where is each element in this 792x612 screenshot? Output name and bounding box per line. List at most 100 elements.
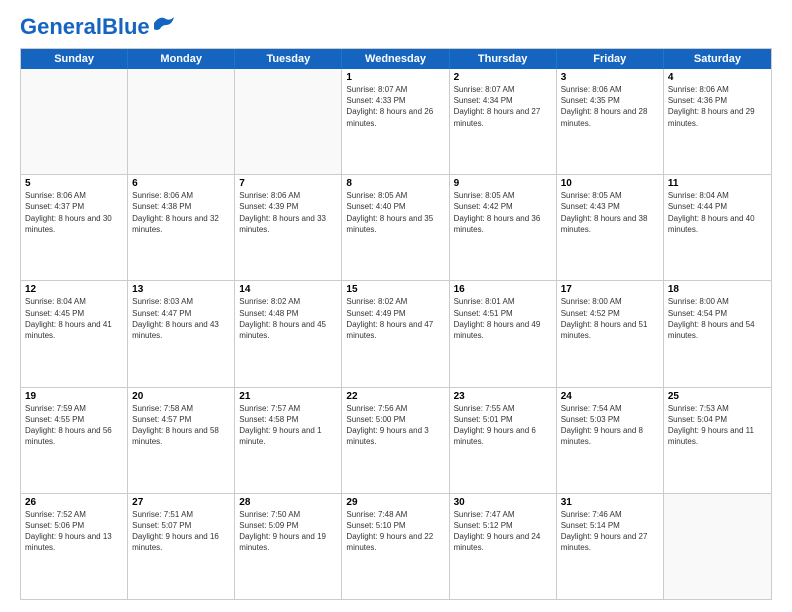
day-info: Sunrise: 8:04 AM Sunset: 4:44 PM Dayligh… xyxy=(668,190,767,235)
day-number: 25 xyxy=(668,391,767,402)
day-number: 26 xyxy=(25,497,123,508)
day-cell-29: 29Sunrise: 7:48 AM Sunset: 5:10 PM Dayli… xyxy=(342,494,449,599)
day-info: Sunrise: 8:02 AM Sunset: 4:48 PM Dayligh… xyxy=(239,296,337,341)
day-number: 10 xyxy=(561,178,659,189)
day-info: Sunrise: 7:52 AM Sunset: 5:06 PM Dayligh… xyxy=(25,509,123,554)
day-number: 31 xyxy=(561,497,659,508)
header-day-wednesday: Wednesday xyxy=(342,49,449,69)
day-cell-31: 31Sunrise: 7:46 AM Sunset: 5:14 PM Dayli… xyxy=(557,494,664,599)
empty-cell xyxy=(664,494,771,599)
day-number: 19 xyxy=(25,391,123,402)
day-cell-15: 15Sunrise: 8:02 AM Sunset: 4:49 PM Dayli… xyxy=(342,281,449,386)
day-info: Sunrise: 7:58 AM Sunset: 4:57 PM Dayligh… xyxy=(132,403,230,448)
day-number: 22 xyxy=(346,391,444,402)
day-info: Sunrise: 7:46 AM Sunset: 5:14 PM Dayligh… xyxy=(561,509,659,554)
calendar: SundayMondayTuesdayWednesdayThursdayFrid… xyxy=(20,48,772,600)
day-info: Sunrise: 8:06 AM Sunset: 4:35 PM Dayligh… xyxy=(561,84,659,129)
day-cell-27: 27Sunrise: 7:51 AM Sunset: 5:07 PM Dayli… xyxy=(128,494,235,599)
day-cell-22: 22Sunrise: 7:56 AM Sunset: 5:00 PM Dayli… xyxy=(342,388,449,493)
empty-cell xyxy=(128,69,235,174)
day-cell-30: 30Sunrise: 7:47 AM Sunset: 5:12 PM Dayli… xyxy=(450,494,557,599)
day-cell-1: 1Sunrise: 8:07 AM Sunset: 4:33 PM Daylig… xyxy=(342,69,449,174)
calendar-row: 1Sunrise: 8:07 AM Sunset: 4:33 PM Daylig… xyxy=(21,69,771,174)
calendar-row: 19Sunrise: 7:59 AM Sunset: 4:55 PM Dayli… xyxy=(21,387,771,493)
header-day-monday: Monday xyxy=(128,49,235,69)
day-info: Sunrise: 8:02 AM Sunset: 4:49 PM Dayligh… xyxy=(346,296,444,341)
header: GeneralBlue xyxy=(20,16,772,38)
empty-cell xyxy=(21,69,128,174)
empty-cell xyxy=(235,69,342,174)
header-day-saturday: Saturday xyxy=(664,49,771,69)
day-number: 9 xyxy=(454,178,552,189)
day-info: Sunrise: 8:06 AM Sunset: 4:39 PM Dayligh… xyxy=(239,190,337,235)
day-info: Sunrise: 8:06 AM Sunset: 4:37 PM Dayligh… xyxy=(25,190,123,235)
day-number: 12 xyxy=(25,284,123,295)
day-cell-8: 8Sunrise: 8:05 AM Sunset: 4:40 PM Daylig… xyxy=(342,175,449,280)
day-info: Sunrise: 8:03 AM Sunset: 4:47 PM Dayligh… xyxy=(132,296,230,341)
day-info: Sunrise: 8:01 AM Sunset: 4:51 PM Dayligh… xyxy=(454,296,552,341)
day-cell-9: 9Sunrise: 8:05 AM Sunset: 4:42 PM Daylig… xyxy=(450,175,557,280)
logo-bird-icon xyxy=(152,15,174,31)
logo: GeneralBlue xyxy=(20,16,174,38)
day-number: 17 xyxy=(561,284,659,295)
day-cell-14: 14Sunrise: 8:02 AM Sunset: 4:48 PM Dayli… xyxy=(235,281,342,386)
day-number: 11 xyxy=(668,178,767,189)
day-info: Sunrise: 7:57 AM Sunset: 4:58 PM Dayligh… xyxy=(239,403,337,448)
day-number: 28 xyxy=(239,497,337,508)
calendar-body: 1Sunrise: 8:07 AM Sunset: 4:33 PM Daylig… xyxy=(21,69,771,599)
day-cell-16: 16Sunrise: 8:01 AM Sunset: 4:51 PM Dayli… xyxy=(450,281,557,386)
day-info: Sunrise: 8:06 AM Sunset: 4:36 PM Dayligh… xyxy=(668,84,767,129)
day-info: Sunrise: 7:51 AM Sunset: 5:07 PM Dayligh… xyxy=(132,509,230,554)
day-cell-5: 5Sunrise: 8:06 AM Sunset: 4:37 PM Daylig… xyxy=(21,175,128,280)
day-number: 5 xyxy=(25,178,123,189)
calendar-row: 12Sunrise: 8:04 AM Sunset: 4:45 PM Dayli… xyxy=(21,280,771,386)
header-day-friday: Friday xyxy=(557,49,664,69)
day-cell-13: 13Sunrise: 8:03 AM Sunset: 4:47 PM Dayli… xyxy=(128,281,235,386)
day-info: Sunrise: 7:59 AM Sunset: 4:55 PM Dayligh… xyxy=(25,403,123,448)
day-cell-6: 6Sunrise: 8:06 AM Sunset: 4:38 PM Daylig… xyxy=(128,175,235,280)
day-number: 20 xyxy=(132,391,230,402)
day-info: Sunrise: 7:54 AM Sunset: 5:03 PM Dayligh… xyxy=(561,403,659,448)
day-cell-3: 3Sunrise: 8:06 AM Sunset: 4:35 PM Daylig… xyxy=(557,69,664,174)
day-info: Sunrise: 8:05 AM Sunset: 4:42 PM Dayligh… xyxy=(454,190,552,235)
logo-blue: Blue xyxy=(102,14,150,39)
page: GeneralBlue SundayMondayTuesdayWednesday… xyxy=(0,0,792,612)
logo-text: GeneralBlue xyxy=(20,16,150,38)
calendar-header: SundayMondayTuesdayWednesdayThursdayFrid… xyxy=(21,49,771,69)
calendar-row: 26Sunrise: 7:52 AM Sunset: 5:06 PM Dayli… xyxy=(21,493,771,599)
day-cell-26: 26Sunrise: 7:52 AM Sunset: 5:06 PM Dayli… xyxy=(21,494,128,599)
day-info: Sunrise: 8:07 AM Sunset: 4:33 PM Dayligh… xyxy=(346,84,444,129)
day-info: Sunrise: 7:50 AM Sunset: 5:09 PM Dayligh… xyxy=(239,509,337,554)
day-number: 15 xyxy=(346,284,444,295)
header-day-sunday: Sunday xyxy=(21,49,128,69)
day-info: Sunrise: 7:55 AM Sunset: 5:01 PM Dayligh… xyxy=(454,403,552,448)
day-cell-2: 2Sunrise: 8:07 AM Sunset: 4:34 PM Daylig… xyxy=(450,69,557,174)
day-number: 2 xyxy=(454,72,552,83)
day-number: 13 xyxy=(132,284,230,295)
day-info: Sunrise: 8:04 AM Sunset: 4:45 PM Dayligh… xyxy=(25,296,123,341)
day-number: 24 xyxy=(561,391,659,402)
day-number: 3 xyxy=(561,72,659,83)
day-number: 27 xyxy=(132,497,230,508)
day-info: Sunrise: 7:53 AM Sunset: 5:04 PM Dayligh… xyxy=(668,403,767,448)
day-cell-10: 10Sunrise: 8:05 AM Sunset: 4:43 PM Dayli… xyxy=(557,175,664,280)
day-info: Sunrise: 8:00 AM Sunset: 4:52 PM Dayligh… xyxy=(561,296,659,341)
day-number: 21 xyxy=(239,391,337,402)
day-info: Sunrise: 7:48 AM Sunset: 5:10 PM Dayligh… xyxy=(346,509,444,554)
day-info: Sunrise: 8:07 AM Sunset: 4:34 PM Dayligh… xyxy=(454,84,552,129)
day-info: Sunrise: 8:05 AM Sunset: 4:43 PM Dayligh… xyxy=(561,190,659,235)
day-cell-28: 28Sunrise: 7:50 AM Sunset: 5:09 PM Dayli… xyxy=(235,494,342,599)
day-number: 29 xyxy=(346,497,444,508)
day-cell-23: 23Sunrise: 7:55 AM Sunset: 5:01 PM Dayli… xyxy=(450,388,557,493)
day-cell-24: 24Sunrise: 7:54 AM Sunset: 5:03 PM Dayli… xyxy=(557,388,664,493)
day-info: Sunrise: 7:47 AM Sunset: 5:12 PM Dayligh… xyxy=(454,509,552,554)
day-number: 16 xyxy=(454,284,552,295)
header-day-thursday: Thursday xyxy=(450,49,557,69)
day-cell-11: 11Sunrise: 8:04 AM Sunset: 4:44 PM Dayli… xyxy=(664,175,771,280)
day-number: 7 xyxy=(239,178,337,189)
day-info: Sunrise: 8:06 AM Sunset: 4:38 PM Dayligh… xyxy=(132,190,230,235)
day-number: 4 xyxy=(668,72,767,83)
day-info: Sunrise: 8:05 AM Sunset: 4:40 PM Dayligh… xyxy=(346,190,444,235)
day-cell-4: 4Sunrise: 8:06 AM Sunset: 4:36 PM Daylig… xyxy=(664,69,771,174)
day-number: 1 xyxy=(346,72,444,83)
